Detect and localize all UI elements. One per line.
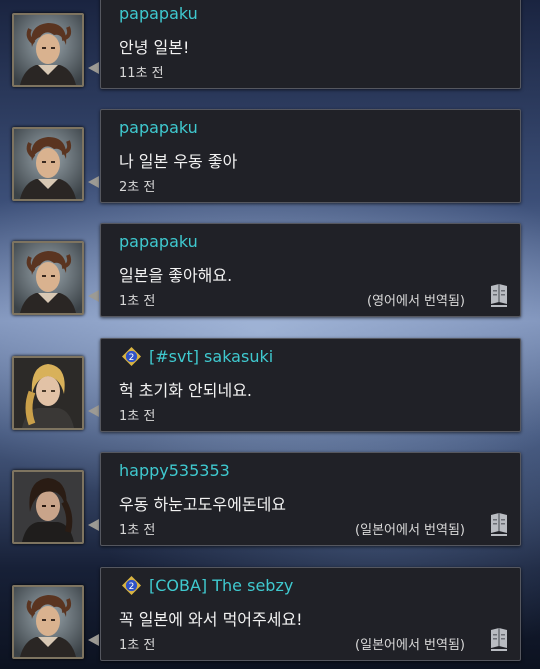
- avatar-blonde-braid[interactable]: [12, 356, 84, 430]
- translate-book-icon[interactable]: [488, 511, 510, 537]
- message-text: 안녕 일본!: [119, 38, 190, 57]
- username[interactable]: [#svt] sakasuki: [149, 347, 273, 366]
- svg-text:2: 2: [129, 582, 135, 592]
- bubble-tail: [88, 62, 99, 74]
- username[interactable]: papapaku: [119, 4, 198, 23]
- rank-badge-icon: 2: [122, 576, 141, 595]
- avatar-male-warrior[interactable]: [12, 13, 84, 87]
- message-text: 나 일본 우동 좋아: [119, 152, 238, 171]
- username[interactable]: [COBA] The sebzy: [149, 576, 293, 595]
- bubble-tail: [88, 290, 99, 302]
- message-bubble[interactable]: papapaku 일본을 좋아해요. 1초 전 (영어에서 번역됨): [100, 223, 521, 317]
- svg-text:2: 2: [129, 353, 135, 363]
- username[interactable]: papapaku: [119, 232, 198, 251]
- bubble-tail: [88, 405, 99, 417]
- chat-message: papapaku 일본을 좋아해요. 1초 전 (영어에서 번역됨): [0, 223, 540, 323]
- username[interactable]: happy535353: [119, 461, 230, 480]
- translation-note: (영어에서 번역됨): [367, 294, 465, 309]
- timestamp: 1초 전: [119, 294, 156, 309]
- message-bubble[interactable]: papapaku 안녕 일본! 11초 전: [100, 0, 521, 89]
- chat-message: papapaku 안녕 일본! 11초 전: [0, 0, 540, 95]
- message-text: 헉 초기화 안되네요.: [119, 381, 253, 400]
- chat-message: 2 [COBA] The sebzy 꼭 일본에 와서 먹어주세요! 1초 전 …: [0, 567, 540, 667]
- timestamp: 1초 전: [119, 409, 156, 424]
- message-bubble[interactable]: 2 [#svt] sakasuki 헉 초기화 안되네요. 1초 전: [100, 338, 521, 432]
- avatar-male-warrior[interactable]: [12, 127, 84, 201]
- bubble-tail: [88, 634, 99, 646]
- bubble-tail: [88, 176, 99, 188]
- timestamp: 11초 전: [119, 66, 164, 81]
- message-text: 꼭 일본에 와서 먹어주세요!: [119, 610, 303, 629]
- chat-message: 2 [#svt] sakasuki 헉 초기화 안되네요. 1초 전: [0, 338, 540, 438]
- message-bubble[interactable]: papapaku 나 일본 우동 좋아 2초 전: [100, 109, 521, 203]
- timestamp: 2초 전: [119, 180, 156, 195]
- chat-list[interactable]: papapaku 안녕 일본! 11초 전 papapaku 나 일본 우동 좋…: [0, 0, 540, 669]
- translate-book-icon[interactable]: [488, 282, 510, 308]
- translation-note: (일본어에서 번역됨): [355, 638, 465, 653]
- bubble-tail: [88, 519, 99, 531]
- avatar-dark-haired[interactable]: [12, 470, 84, 544]
- avatar-male-warrior[interactable]: [12, 241, 84, 315]
- message-bubble[interactable]: 2 [COBA] The sebzy 꼭 일본에 와서 먹어주세요! 1초 전 …: [100, 567, 521, 661]
- chat-message: papapaku 나 일본 우동 좋아 2초 전: [0, 109, 540, 209]
- rank-badge-icon: 2: [122, 347, 141, 366]
- timestamp: 1초 전: [119, 638, 156, 653]
- translation-note: (일본어에서 번역됨): [355, 523, 465, 538]
- message-text: 우동 하눈고도우에돈데요: [119, 495, 287, 514]
- message-bubble[interactable]: happy535353 우동 하눈고도우에돈데요 1초 전 (일본어에서 번역됨…: [100, 452, 521, 546]
- username[interactable]: papapaku: [119, 118, 198, 137]
- avatar-male-warrior[interactable]: [12, 585, 84, 659]
- timestamp: 1초 전: [119, 523, 156, 538]
- chat-message: happy535353 우동 하눈고도우에돈데요 1초 전 (일본어에서 번역됨…: [0, 452, 540, 552]
- translate-book-icon[interactable]: [488, 626, 510, 652]
- message-text: 일본을 좋아해요.: [119, 266, 233, 285]
